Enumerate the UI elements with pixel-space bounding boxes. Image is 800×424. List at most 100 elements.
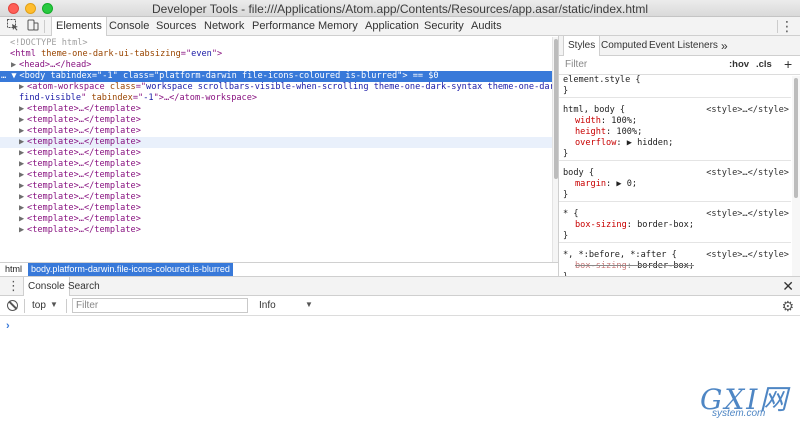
styles-filter-input[interactable]: Filter bbox=[565, 59, 587, 70]
property-name[interactable]: box-sizing bbox=[575, 261, 627, 271]
dom-node-template[interactable]: ▶ <template>…</template> bbox=[0, 137, 552, 148]
dom-node-template[interactable]: ▶ <template>…</template> bbox=[0, 192, 552, 203]
style-rule[interactable]: body {<style>…</style> margin: ▶ 0;} bbox=[559, 168, 791, 202]
dom-node-atom-workspace-cont[interactable]: find-visible" tabindex="-1">…</atom-work… bbox=[0, 93, 552, 104]
dom-node-template[interactable]: ▶ <template>…</template> bbox=[0, 170, 552, 181]
more-options-icon[interactable]: ⋮ bbox=[780, 18, 794, 34]
tab-computed[interactable]: Computed bbox=[597, 36, 651, 56]
style-property[interactable]: height: 100%; bbox=[563, 127, 791, 138]
rule-selector[interactable]: body { bbox=[563, 168, 594, 178]
device-toolbar-icon[interactable] bbox=[26, 19, 40, 33]
property-value[interactable]: border-box; bbox=[637, 220, 694, 230]
log-levels-dropdown[interactable]: Info bbox=[259, 300, 276, 311]
dom-node-template[interactable]: ▶ <template>…</template> bbox=[0, 203, 552, 214]
style-rule[interactable]: *, *:before, *:after {<style>…</style> bo… bbox=[559, 250, 791, 276]
breadcrumb-body[interactable]: body.platform-darwin.file-icons-coloured… bbox=[28, 263, 233, 276]
hover-state-toggle[interactable]: :hov bbox=[729, 59, 749, 70]
dom-node-template[interactable]: ▶ <template>…</template> bbox=[0, 115, 552, 126]
drawer-tab-search[interactable]: Search bbox=[64, 277, 104, 296]
console-filter-input[interactable] bbox=[72, 298, 248, 313]
property-name[interactable]: height bbox=[575, 127, 606, 137]
tab-elements[interactable]: Elements bbox=[51, 17, 107, 36]
rule-selector[interactable]: * { bbox=[563, 209, 579, 219]
property-value[interactable]: ▶ 0; bbox=[616, 179, 637, 189]
expand-triangle-icon[interactable]: ▶ bbox=[19, 214, 27, 225]
inspect-element-icon[interactable] bbox=[6, 19, 20, 33]
drawer-tab-console[interactable]: Console bbox=[23, 277, 70, 296]
expand-triangle-icon[interactable]: ▶ bbox=[11, 60, 19, 71]
rule-source-link[interactable]: <style>…</style> bbox=[706, 105, 789, 116]
dom-node-html[interactable]: <html theme-one-dark-ui-tabsizing="even"… bbox=[0, 49, 552, 60]
tab-sources[interactable]: Sources bbox=[152, 17, 200, 35]
tab-memory[interactable]: Memory bbox=[314, 17, 362, 35]
expand-triangle-icon[interactable]: ▶ bbox=[19, 159, 27, 170]
node-menu-dots[interactable]: … bbox=[1, 71, 6, 81]
rule-source-link[interactable]: <style>…</style> bbox=[706, 209, 789, 220]
style-property[interactable]: width: 100%; bbox=[563, 116, 791, 127]
tab-performance[interactable]: Performance bbox=[248, 17, 319, 35]
expand-triangle-icon[interactable]: ▶ bbox=[19, 181, 27, 192]
tab-audits[interactable]: Audits bbox=[467, 17, 506, 35]
property-value[interactable]: 100%; bbox=[616, 127, 642, 137]
close-icon[interactable]: ✕ bbox=[782, 277, 794, 296]
property-name[interactable]: margin bbox=[575, 179, 606, 189]
tab-security[interactable]: Security bbox=[420, 17, 468, 35]
dom-node-atom-workspace[interactable]: ▶ <atom-workspace class="workspace scroll… bbox=[0, 82, 552, 93]
property-value[interactable]: 100%; bbox=[611, 116, 637, 126]
expand-triangle-icon[interactable]: ▶ bbox=[19, 82, 27, 93]
dom-node-template[interactable]: ▶ <template>…</template> bbox=[0, 148, 552, 159]
add-rule-icon[interactable]: + bbox=[784, 56, 792, 72]
rule-source-link[interactable]: <style>…</style> bbox=[706, 250, 789, 261]
style-property[interactable]: overflow: ▶ hidden; bbox=[563, 138, 791, 149]
tab-styles[interactable]: Styles bbox=[563, 36, 601, 56]
tab-console[interactable]: Console bbox=[105, 17, 153, 35]
class-toggle[interactable]: .cls bbox=[756, 59, 772, 70]
expand-triangle-icon[interactable]: ▶ bbox=[19, 137, 27, 148]
expand-triangle-icon[interactable]: ▶ bbox=[19, 104, 27, 115]
breadcrumb-html[interactable]: html bbox=[2, 263, 25, 276]
dom-node-template[interactable]: ▶ <template>…</template> bbox=[0, 126, 552, 137]
dom-node-body[interactable]: … ▼ <body tabindex="-1" class="platform-d… bbox=[0, 71, 552, 82]
context-selector[interactable]: top bbox=[32, 300, 46, 311]
property-name[interactable]: box-sizing bbox=[575, 220, 627, 230]
property-name[interactable]: width bbox=[575, 116, 601, 126]
console-prompt[interactable]: › bbox=[6, 320, 10, 332]
dom-node-template[interactable]: ▶ <template>…</template> bbox=[0, 225, 552, 236]
dom-node-template[interactable]: ▶ <template>…</template> bbox=[0, 104, 552, 115]
property-value[interactable]: ▶ hidden; bbox=[627, 138, 674, 148]
style-rule[interactable]: html, body { <style>…</style> width: 100%;… bbox=[559, 105, 791, 161]
expand-triangle-icon[interactable]: ▶ bbox=[19, 148, 27, 159]
clear-console-icon[interactable] bbox=[7, 300, 18, 311]
style-rule[interactable]: element.style {} bbox=[559, 75, 791, 98]
expand-triangle-icon[interactable]: ▶ bbox=[19, 115, 27, 126]
property-value[interactable]: border-box; bbox=[637, 261, 694, 271]
dom-node-doctype[interactable]: <!DOCTYPE html> bbox=[0, 38, 552, 49]
scrollbar-thumb[interactable] bbox=[794, 78, 798, 198]
tab-network[interactable]: Network bbox=[200, 17, 248, 35]
gear-icon[interactable]: ⚙ bbox=[781, 297, 794, 315]
dom-node-template[interactable]: ▶ <template>…</template> bbox=[0, 159, 552, 170]
rule-selector[interactable]: element.style { bbox=[563, 75, 641, 85]
dom-node-head[interactable]: ▶ <head>…</head> bbox=[0, 60, 552, 71]
rule-selector[interactable]: html, body { bbox=[563, 105, 625, 115]
rule-source-link[interactable]: <style>…</style> bbox=[706, 168, 789, 179]
tab-event-listeners[interactable]: Event Listeners bbox=[645, 36, 722, 56]
tab-application[interactable]: Application bbox=[361, 17, 423, 35]
styles-scrollbar[interactable] bbox=[792, 76, 800, 276]
expand-triangle-icon[interactable]: ▶ bbox=[19, 126, 27, 137]
more-tabs-icon[interactable]: » bbox=[717, 36, 732, 56]
style-property[interactable]: box-sizing: border-box; bbox=[563, 261, 791, 272]
drawer-menu-icon[interactable]: ⋮ bbox=[7, 279, 20, 293]
property-name[interactable]: overflow bbox=[575, 138, 616, 148]
dom-node-template[interactable]: ▶ <template>…</template> bbox=[0, 214, 552, 225]
expand-triangle-icon[interactable]: ▶ bbox=[19, 192, 27, 203]
rule-selector[interactable]: *, *:before, *:after { bbox=[563, 250, 677, 260]
template-close: …</template> bbox=[78, 159, 141, 169]
style-rule[interactable]: * { <style>…</style> box-sizing: border-bo… bbox=[559, 209, 791, 243]
style-property[interactable]: margin: ▶ 0; bbox=[563, 179, 791, 190]
style-property[interactable]: box-sizing: border-box; bbox=[563, 220, 791, 231]
expand-triangle-icon[interactable]: ▶ bbox=[19, 225, 27, 236]
expand-triangle-icon[interactable]: ▶ bbox=[19, 203, 27, 214]
expand-triangle-icon[interactable]: ▶ bbox=[19, 170, 27, 181]
dom-node-template[interactable]: ▶ <template>…</template> bbox=[0, 181, 552, 192]
